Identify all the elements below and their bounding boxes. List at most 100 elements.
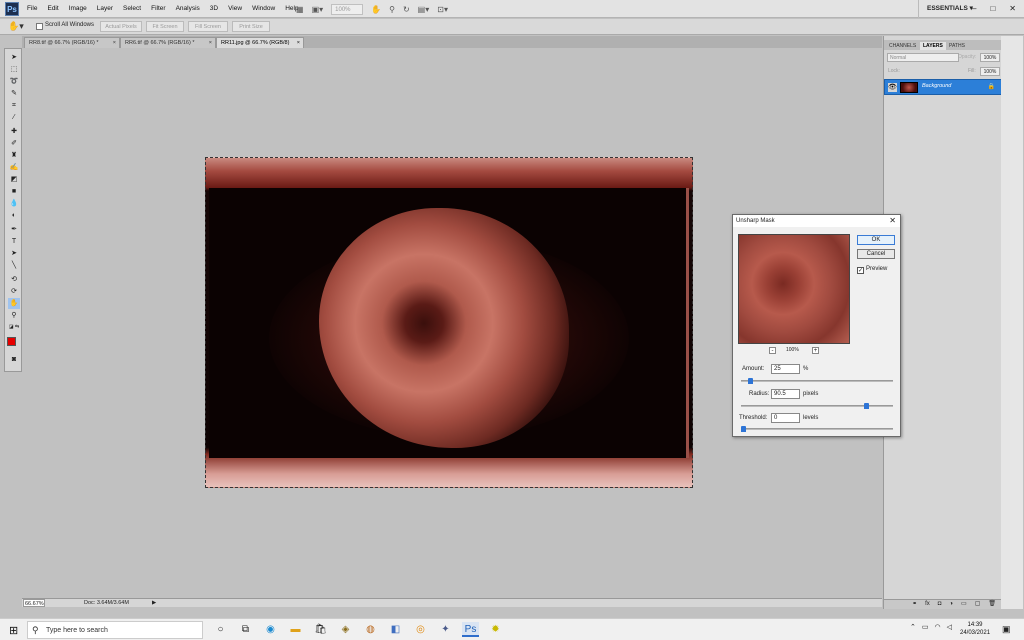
amount-slider-knob[interactable]: [748, 378, 753, 384]
zoom-tool-icon[interactable]: ⚲: [389, 5, 395, 14]
preview-zoom-in-button[interactable]: +: [812, 347, 819, 354]
hand-tool-icon[interactable]: ✋: [8, 298, 20, 309]
eyedropper-tool-icon[interactable]: ⁄: [8, 112, 20, 123]
crop-tool-icon[interactable]: ⌗: [8, 100, 20, 111]
hand-tool-icon[interactable]: ✋: [371, 5, 381, 14]
fit-screen-button[interactable]: Fit Screen: [146, 21, 184, 32]
menu-analysis[interactable]: Analysis: [171, 0, 205, 18]
filter-preview[interactable]: [738, 234, 850, 344]
new-group-icon[interactable]: ▭: [961, 600, 967, 609]
tab-paths[interactable]: PATHS: [946, 42, 968, 50]
tab-rr11[interactable]: RR11.jpg @ 66.7% (RGB/8) ×: [216, 37, 304, 48]
threshold-input[interactable]: 0: [771, 413, 800, 423]
app-icon-4[interactable]: ◎: [412, 622, 429, 637]
bridge-icon[interactable]: ▦: [296, 5, 304, 14]
notifications-icon[interactable]: ▣: [1002, 624, 1011, 635]
store-icon[interactable]: 🛍: [312, 622, 329, 637]
arrange-documents-icon[interactable]: ▤▾: [418, 5, 430, 14]
path-selection-tool-icon[interactable]: ➤: [8, 248, 20, 259]
menu-window[interactable]: Window: [247, 0, 280, 18]
tab-channels[interactable]: CHANNELS: [886, 42, 919, 50]
dodge-tool-icon[interactable]: ◐: [8, 210, 20, 221]
cancel-button[interactable]: Cancel: [857, 249, 895, 259]
app-icon-6[interactable]: ✹: [487, 622, 504, 637]
file-explorer-icon[interactable]: ▬: [287, 622, 304, 637]
menu-view[interactable]: View: [223, 0, 247, 18]
menu-edit[interactable]: Edit: [42, 0, 63, 18]
view-extras-icon[interactable]: ▣▾: [312, 5, 324, 14]
tab-rr8[interactable]: RR8.tif @ 66.7% (RGB/16) * ×: [24, 37, 120, 48]
menu-filter[interactable]: Filter: [146, 0, 170, 18]
app-icon-3[interactable]: ◧: [387, 622, 404, 637]
hand-tool-preset-icon[interactable]: ✋▾: [8, 21, 24, 32]
status-zoom-field[interactable]: 66.67%: [23, 599, 45, 607]
layer-row-background[interactable]: 👁 Background 🔒: [884, 79, 1002, 95]
menu-layer[interactable]: Layer: [92, 0, 118, 18]
print-size-button[interactable]: Print Size: [232, 21, 270, 32]
foreground-color-swatch[interactable]: [7, 337, 16, 346]
brush-tool-icon[interactable]: ✐: [8, 138, 20, 149]
tab-close-icon[interactable]: ×: [297, 38, 300, 48]
status-menu-arrow-icon[interactable]: ▶: [152, 599, 156, 607]
type-tool-icon[interactable]: T: [8, 236, 20, 247]
screen-mode-icon[interactable]: ⊡▾: [437, 5, 448, 14]
workspace-switcher[interactable]: ESSENTIALS ▾: [918, 0, 973, 18]
layer-style-icon[interactable]: fx: [925, 600, 930, 609]
minimize-button[interactable]: –: [972, 0, 976, 18]
healing-brush-tool-icon[interactable]: ✚: [8, 126, 20, 137]
zoom-tool-icon[interactable]: ⚲: [8, 310, 20, 321]
menu-image[interactable]: Image: [64, 0, 92, 18]
widgets-icon[interactable]: ⧉: [237, 622, 254, 637]
volume-icon[interactable]: ◁: [947, 623, 952, 631]
threshold-slider-knob[interactable]: [741, 426, 746, 432]
fill-field[interactable]: 100%: [980, 67, 1000, 76]
quick-mask-icon[interactable]: ◙: [8, 354, 20, 365]
radius-input[interactable]: 90.5: [771, 389, 800, 399]
amount-input[interactable]: 25: [771, 364, 800, 374]
menu-3d[interactable]: 3D: [205, 0, 223, 18]
photoshop-taskbar-icon[interactable]: Ps: [462, 622, 479, 637]
taskbar-search-box[interactable]: ⚲ Type here to search: [27, 621, 203, 639]
pen-tool-icon[interactable]: ✒: [8, 224, 20, 235]
taskbar-clock[interactable]: 14:39 24/03/2021: [960, 621, 990, 637]
zoom-level-dropdown[interactable]: 100%: [331, 3, 364, 15]
clone-stamp-tool-icon[interactable]: ♜: [8, 150, 20, 161]
windows-start-icon[interactable]: ⊞: [9, 624, 18, 637]
preview-zoom-out-button[interactable]: -: [769, 347, 776, 354]
task-view-icon[interactable]: ○: [212, 622, 229, 637]
3d-rotate-tool-icon[interactable]: ⟲: [8, 274, 20, 285]
default-colors-icon[interactable]: ◪ ⇆: [8, 322, 20, 333]
gradient-tool-icon[interactable]: ■: [8, 186, 20, 197]
trash-icon[interactable]: 🗑: [988, 600, 996, 609]
document-image[interactable]: [205, 157, 693, 488]
amount-slider[interactable]: [741, 378, 893, 384]
edge-browser-icon[interactable]: ◉: [262, 622, 279, 637]
tab-rr6[interactable]: RR6.tif @ 66.7% (RGB/16) * ×: [120, 37, 216, 48]
photoshop-logo[interactable]: Ps: [5, 2, 19, 16]
fill-screen-button[interactable]: Fill Screen: [188, 21, 228, 32]
new-layer-icon[interactable]: ▢: [975, 600, 981, 609]
blur-tool-icon[interactable]: 💧: [8, 198, 20, 209]
threshold-slider[interactable]: [741, 426, 893, 432]
radius-slider-knob[interactable]: [864, 403, 869, 409]
eraser-tool-icon[interactable]: ◩: [8, 174, 20, 185]
ok-button[interactable]: OK: [857, 235, 895, 245]
link-layers-icon[interactable]: ⚭: [912, 600, 917, 609]
opacity-field[interactable]: 100%: [980, 53, 1000, 62]
app-icon-5[interactable]: ✦: [437, 622, 454, 637]
marquee-tool-icon[interactable]: ⬚: [8, 64, 20, 75]
add-mask-icon[interactable]: ◘: [938, 600, 942, 609]
line-tool-icon[interactable]: ╲: [8, 260, 20, 271]
app-icon-1[interactable]: ◈: [337, 622, 354, 637]
tab-close-icon[interactable]: ×: [113, 38, 116, 48]
app-icon-2[interactable]: ◍: [362, 622, 379, 637]
preview-checkbox[interactable]: ✓: [857, 267, 864, 274]
network-icon[interactable]: ▭: [922, 623, 929, 631]
3d-orbit-tool-icon[interactable]: ⟳: [8, 286, 20, 297]
blend-mode-dropdown[interactable]: Normal: [887, 53, 959, 62]
maximize-button[interactable]: □: [990, 0, 995, 18]
menu-select[interactable]: Select: [118, 0, 146, 18]
lasso-tool-icon[interactable]: ➰: [8, 76, 20, 87]
tab-layers[interactable]: LAYERS: [920, 42, 946, 50]
actual-pixels-button[interactable]: Actual Pixels: [100, 21, 142, 32]
